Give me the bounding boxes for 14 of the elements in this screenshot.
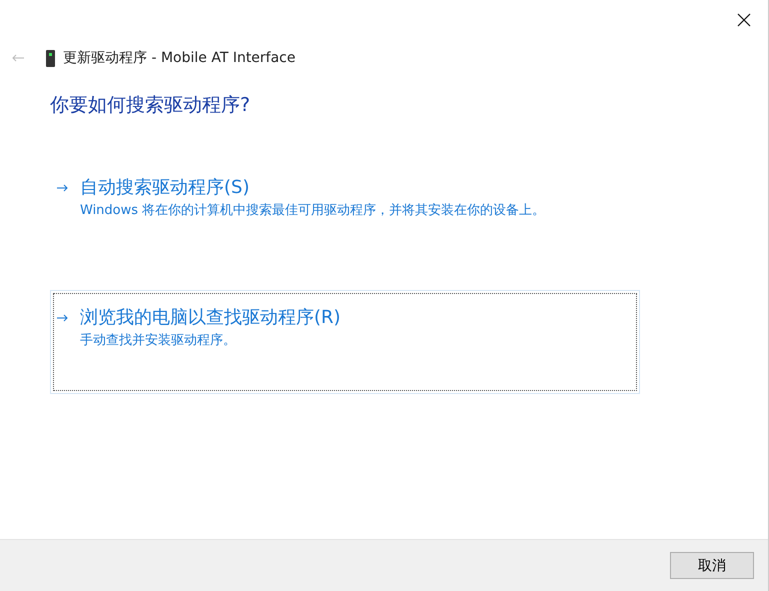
search-option[interactable]: 浏览我的电脑以查找驱动程序(R) 手动查找并安装驱动程序。 xyxy=(50,290,640,394)
cancel-button[interactable]: 取消 xyxy=(670,552,754,579)
option-description: 手动查找并安装驱动程序。 xyxy=(80,332,237,349)
arrow-icon xyxy=(57,314,68,322)
option-title: 浏览我的电脑以查找驱动程序(R) xyxy=(80,306,341,329)
arrow-icon xyxy=(57,184,68,192)
page-heading: 你要如何搜索驱动程序? xyxy=(50,93,252,118)
option-description: Windows 将在你的计算机中搜索最佳可用驱动程序，并将其安装在你的设备上。 xyxy=(80,202,546,219)
close-icon xyxy=(737,13,751,27)
option-title: 自动搜索驱动程序(S) xyxy=(80,176,250,199)
device-icon xyxy=(46,50,55,66)
search-option[interactable]: 自动搜索驱动程序(S) Windows 将在你的计算机中搜索最佳可用驱动程序，并将其安装在你的设备上。 xyxy=(50,172,640,248)
window-title: 更新驱动程序 - Mobile AT Interface xyxy=(63,49,296,67)
back-arrow-icon xyxy=(12,54,24,62)
